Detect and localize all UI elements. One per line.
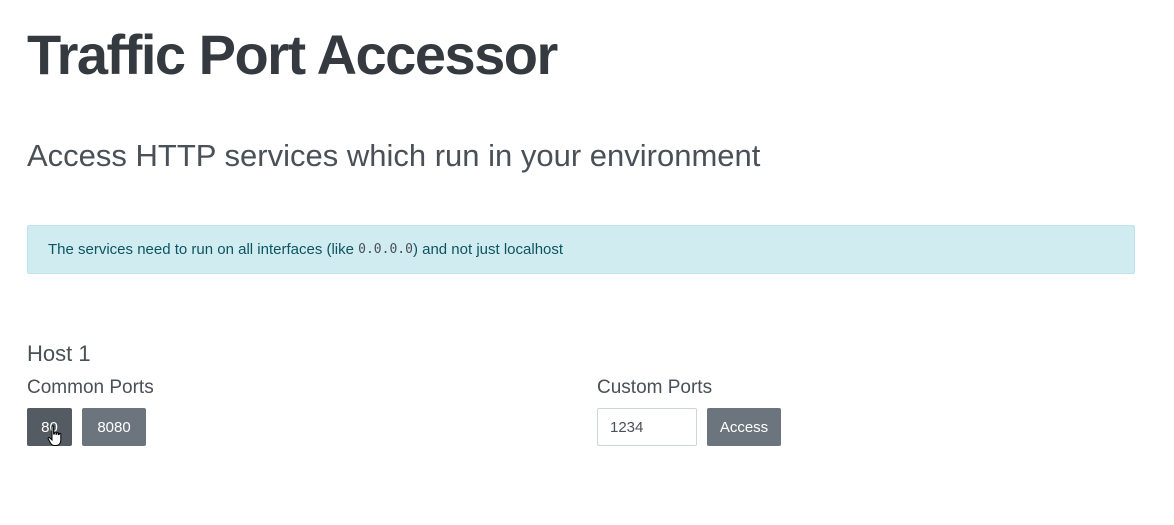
common-ports-label: Common Ports	[27, 377, 154, 398]
host-title: Host 1	[27, 341, 91, 366]
alert-text-after: ) and not just localhost	[412, 241, 564, 258]
info-alert: The services need to run on all interfac…	[27, 225, 1135, 274]
page-title: Traffic Port Accessor	[27, 23, 558, 86]
alert-code: 0.0.0.0	[358, 242, 413, 257]
custom-port-input[interactable]	[597, 408, 697, 446]
page-subtitle: Access HTTP services which run in your e…	[27, 138, 761, 173]
port-80-button[interactable]: 80	[27, 408, 72, 446]
access-button[interactable]: Access	[707, 408, 781, 446]
custom-ports-label: Custom Ports	[597, 377, 713, 398]
alert-text-before: The services need to run on all interfac…	[48, 241, 359, 258]
port-8080-button[interactable]: 8080	[82, 408, 146, 446]
